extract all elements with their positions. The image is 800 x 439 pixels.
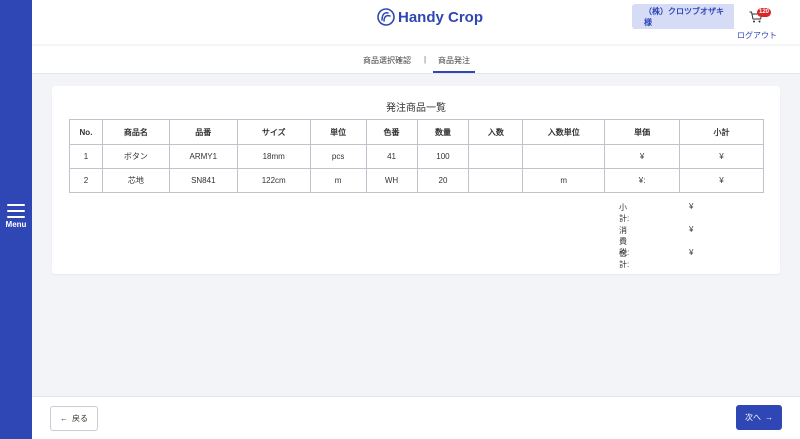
col-header-size: サイズ [236, 119, 311, 145]
user-name: （株）クロツブオザキ 様 [644, 6, 724, 27]
logo-text: Handy Crop [398, 8, 484, 26]
cell-no: 1 [69, 144, 103, 169]
arrow-left-icon: ← [60, 414, 68, 423]
subtotal-value: ¥ [689, 202, 694, 211]
cell-pack-unit: m [522, 168, 606, 193]
cart-count-badge: 120 [757, 8, 772, 17]
col-header-no: No. [69, 119, 103, 145]
cell-no: 2 [69, 168, 103, 193]
cell-color-code: WH [365, 168, 418, 193]
user-box: （株）クロツブオザキ 様 120 [632, 4, 778, 29]
logo[interactable]: Handy Crop [376, 7, 483, 27]
order-card: 発注商品一覧 No. 商品名 品番 サイズ 単位 色番 数量 入数 入数単位 単… [52, 86, 780, 274]
footer-bar: ← 戻る 次へ → [32, 396, 800, 439]
tax-value: ¥ [689, 225, 694, 234]
cell-product-name: ボタン [101, 144, 170, 169]
cell-unit: m [309, 168, 367, 193]
back-button-label: 戻る [72, 414, 88, 423]
subtotal-label: 小計: [619, 203, 630, 223]
table-row: 2 芯地 SN841 122cm m WH 20 m ¥: ¥ [69, 168, 764, 193]
cell-unit-price: ¥: [604, 168, 681, 193]
grand-total-label: 合計: [619, 249, 630, 269]
cell-size: 122cm [236, 168, 311, 193]
col-header-quantity: 数量 [416, 119, 470, 145]
cell-pack-unit [522, 144, 606, 169]
cell-subtotal: ¥ [679, 168, 764, 193]
col-header-pack-qty: 入数 [468, 119, 524, 145]
cell-pack-qty [468, 144, 524, 169]
col-header-unit: 単位 [309, 119, 367, 145]
cell-product-name: 芯地 [101, 168, 170, 193]
cell-color-code: 41 [365, 144, 418, 169]
arrow-right-icon: → [765, 413, 773, 422]
tab-separator: | [424, 55, 427, 64]
cell-product-code: ARMY1 [168, 144, 238, 169]
logout-link[interactable]: ログアウト [737, 30, 777, 41]
col-header-subtotal: 小計 [679, 119, 764, 145]
cell-product-code: SN841 [168, 168, 238, 193]
table-header-row: No. 商品名 品番 サイズ 単位 色番 数量 入数 入数単位 単価 小計 [69, 119, 764, 145]
cell-quantity: 100 [416, 144, 470, 169]
logo-icon [377, 8, 395, 26]
col-header-unit-price: 単価 [604, 119, 681, 145]
cell-quantity: 20 [416, 168, 470, 193]
col-header-product-code: 品番 [168, 119, 238, 145]
next-button-label: 次へ [745, 413, 761, 422]
cart-button[interactable]: 120 [734, 4, 778, 29]
menu-icon [7, 204, 25, 218]
col-header-pack-unit: 入数単位 [522, 119, 606, 145]
cell-subtotal: ¥ [679, 144, 764, 169]
col-header-product-name: 商品名 [101, 119, 170, 145]
menu-label: Menu [5, 220, 27, 229]
cell-pack-qty [468, 168, 524, 193]
page-title: 発注商品一覧 [386, 103, 446, 114]
active-tab-indicator [433, 71, 475, 73]
next-button[interactable]: 次へ → [736, 405, 782, 430]
col-header-color-code: 色番 [365, 119, 418, 145]
header: Handy Crop （株）クロツブオザキ 様 120 ログアウト [32, 0, 800, 44]
cell-unit-price: ¥ [604, 144, 681, 169]
cell-size: 18mm [236, 144, 311, 169]
grand-total-value: ¥ [689, 248, 694, 257]
table-row: 1 ボタン ARMY1 18mm pcs 41 100 ¥ ¥ [69, 144, 764, 169]
menu-button[interactable]: Menu [0, 204, 32, 234]
cell-unit: pcs [309, 144, 367, 169]
tab-product-order[interactable]: 商品発注 [438, 55, 470, 66]
order-table: No. 商品名 品番 サイズ 単位 色番 数量 入数 入数単位 単価 小計 1 … [69, 119, 764, 193]
step-tabs: 商品選択確認 | 商品発注 [32, 46, 800, 74]
back-button[interactable]: ← 戻る [50, 406, 98, 431]
sidebar: Menu [0, 0, 32, 439]
tab-product-confirm[interactable]: 商品選択確認 [363, 55, 411, 66]
